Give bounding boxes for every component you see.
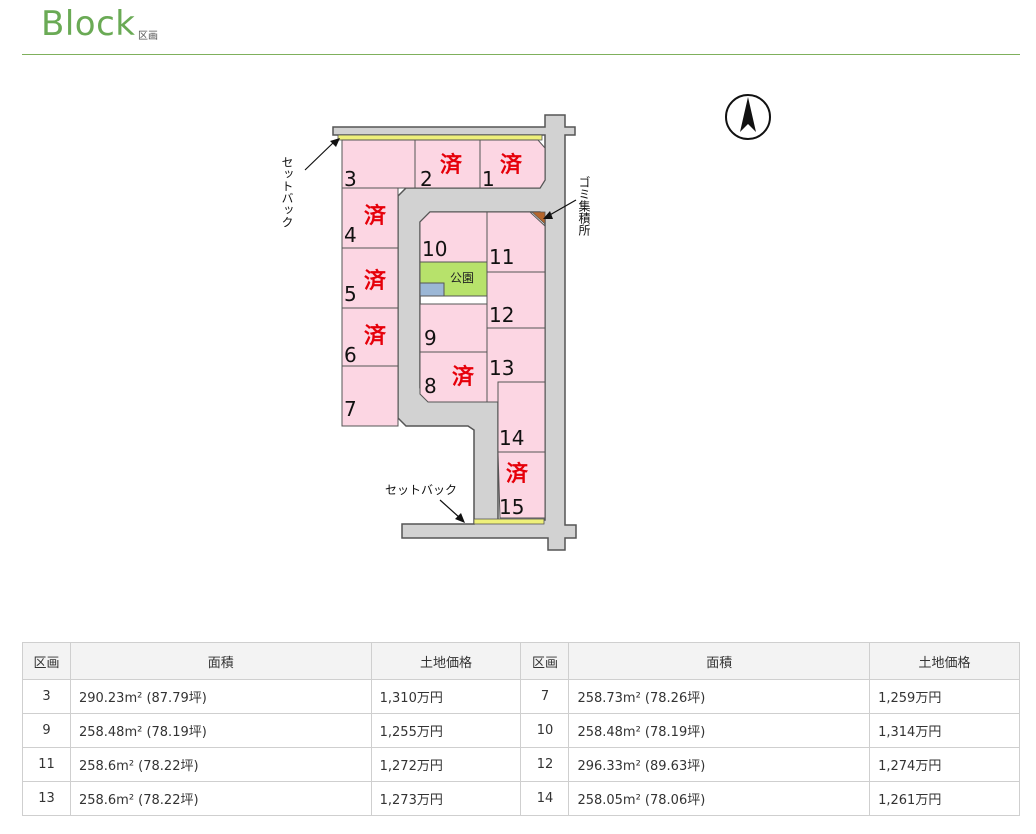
area-cell: 258.48m² (78.19坪) (69, 713, 372, 748)
lot-number: 2 (420, 167, 433, 191)
price-cell: 1,261万円 (869, 781, 1020, 816)
lot-number: 8 (424, 374, 437, 398)
area-cell: 258.6m² (78.22坪) (69, 781, 372, 816)
north-arrow-icon (725, 94, 771, 140)
col-header-lot: 区画 (22, 642, 71, 680)
garbage-label: ゴミ集積所 (577, 175, 591, 236)
lot-number: 5 (344, 282, 357, 306)
lot-cell: 11 (22, 747, 71, 782)
area-cell: 258.73m² (78.26坪) (568, 679, 871, 714)
page-subtitle: 区画 (138, 31, 158, 42)
lot-cell: 10 (520, 713, 570, 748)
area-cell: 258.6m² (78.22坪) (69, 747, 372, 782)
lot-number: 15 (499, 495, 524, 519)
col-header-price: 土地価格 (370, 642, 522, 680)
lot-number: 9 (424, 326, 437, 350)
table-row: 9 258.48m² (78.19坪) 1,255万円 10 258.48m² … (22, 713, 1020, 748)
page-title: Block (41, 4, 136, 44)
area-cell: 258.05m² (78.06坪) (568, 781, 871, 816)
table-row: 3 290.23m² (87.79坪) 1,310万円 7 258.73m² (… (22, 679, 1020, 714)
col-header-lot: 区画 (520, 642, 570, 680)
price-cell: 1,310万円 (370, 679, 522, 714)
subdivision-plan: 公園 3 2 1 4 5 6 7 10 11 12 9 8 13 14 15 済… (280, 94, 771, 551)
price-cell: 1,255万円 (370, 713, 522, 748)
sold-mark: 済 (452, 364, 475, 390)
lot-number: 7 (344, 397, 357, 421)
lot-number: 12 (489, 303, 514, 327)
area-cell: 258.48m² (78.19坪) (568, 713, 871, 748)
lot-cell: 13 (22, 781, 71, 816)
sold-mark: 済 (364, 203, 387, 229)
lot-cell: 3 (22, 679, 71, 714)
lot-number: 3 (344, 167, 357, 191)
lot-cell: 12 (520, 747, 570, 782)
setback-label-vertical: セットバック (280, 156, 294, 228)
sold-mark: 済 (440, 152, 463, 178)
setback-arrow-top (304, 141, 335, 171)
park-facility (419, 282, 445, 297)
col-header-price: 土地価格 (869, 642, 1020, 680)
park-label: 公園 (450, 271, 474, 285)
sold-mark: 済 (506, 461, 529, 487)
setback-label-horizontal: セットバック (385, 483, 457, 497)
setback-strip-top (337, 134, 543, 141)
table-row: 13 258.6m² (78.22坪) 1,273万円 14 258.05m² … (22, 781, 1020, 816)
sold-mark: 済 (500, 152, 523, 178)
area-cell: 296.33m² (89.63坪) (568, 747, 871, 782)
lot-number: 10 (422, 237, 447, 261)
section-header: Block 区画 (22, 0, 1020, 55)
price-cell: 1,274万円 (869, 747, 1020, 782)
lot-number: 14 (499, 426, 524, 450)
arrow-head (330, 138, 340, 147)
sold-mark: 済 (364, 323, 387, 349)
price-cell: 1,314万円 (869, 713, 1020, 748)
price-cell: 1,259万円 (869, 679, 1020, 714)
table-header-row: 区画 面積 土地価格 区画 面積 土地価格 (22, 642, 1020, 680)
price-cell: 1,273万円 (370, 781, 522, 816)
col-header-area: 面積 (69, 642, 372, 680)
lot-number: 4 (344, 223, 357, 247)
sold-mark: 済 (364, 268, 387, 294)
setback-arrow-bottom (439, 499, 461, 519)
lot-cell: 7 (520, 679, 570, 714)
lot-price-table: 区画 面積 土地価格 区画 面積 土地価格 3 290.23m² (87.79坪… (22, 642, 1020, 816)
col-header-area: 面積 (568, 642, 871, 680)
lot-number: 11 (489, 245, 514, 269)
price-cell: 1,272万円 (370, 747, 522, 782)
lot-number: 1 (482, 167, 495, 191)
lot-number: 13 (489, 356, 514, 380)
setback-strip-bottom (473, 518, 545, 525)
lot-cell: 9 (22, 713, 71, 748)
lot-number: 6 (344, 343, 357, 367)
table-row: 11 258.6m² (78.22坪) 1,272万円 12 296.33m² … (22, 747, 1020, 782)
lot-cell: 14 (520, 781, 570, 816)
area-cell: 290.23m² (87.79坪) (69, 679, 372, 714)
